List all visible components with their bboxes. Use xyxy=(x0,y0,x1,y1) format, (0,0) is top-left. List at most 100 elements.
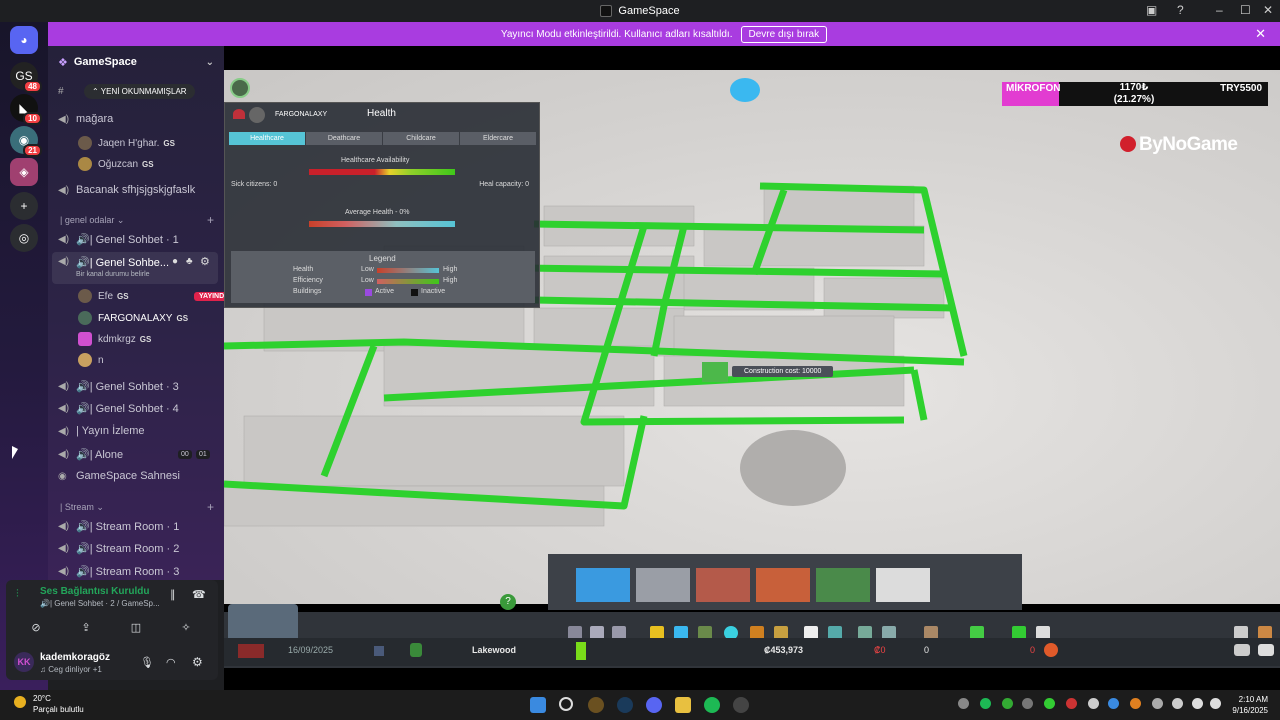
voice-user[interactable]: Jaqen H'ghar. GS xyxy=(78,136,175,150)
palette-item-6[interactable] xyxy=(876,568,930,602)
tray-icon-9[interactable] xyxy=(1130,698,1141,709)
palette-item-5[interactable] xyxy=(816,568,870,602)
discover-icon[interactable]: ◎ xyxy=(10,224,38,252)
game-stream-view[interactable]: FARGONALAXY Health Healthcare Deathcare … xyxy=(224,46,1280,690)
search-icon[interactable] xyxy=(559,697,573,711)
population-icon[interactable] xyxy=(410,643,422,657)
tray-nvidia-icon[interactable] xyxy=(1002,698,1013,709)
add-server-icon[interactable]: + xyxy=(10,192,38,220)
soundboard-icon[interactable]: ∥ xyxy=(170,588,176,601)
banner-close-icon[interactable]: ✕ xyxy=(1255,26,1266,42)
tray-icon-6[interactable] xyxy=(1066,698,1077,709)
camera-off-icon[interactable]: ⊘ xyxy=(18,616,54,638)
help-question-icon[interactable]: ? xyxy=(500,594,516,610)
spotify-icon[interactable] xyxy=(704,697,720,713)
voice-user[interactable]: n xyxy=(78,353,104,367)
file-explorer-icon[interactable] xyxy=(675,697,691,713)
system-clock[interactable]: 2:10 AM 9/16/2025 xyxy=(1232,694,1268,716)
tray-icon-5[interactable] xyxy=(1044,698,1055,709)
server-icon-4[interactable]: ◈ xyxy=(10,158,38,186)
pause-button[interactable] xyxy=(238,644,264,658)
tab-healthcare[interactable]: Healthcare xyxy=(229,132,305,145)
tab-childcare[interactable]: Childcare xyxy=(383,132,459,145)
start-icon[interactable] xyxy=(530,697,546,713)
soundboard-button-icon[interactable]: ✧ xyxy=(168,616,204,638)
unread-pill[interactable]: ⌃ YENİ OKUNMAMIŞLAR xyxy=(84,84,195,99)
weather-widget[interactable]: 20°C Parçalı bulutlu xyxy=(33,693,84,715)
hash-channel[interactable]: # xyxy=(58,86,76,97)
settings-gear-icon[interactable]: ⚙ xyxy=(200,255,210,268)
user-name[interactable]: kademkoragöz xyxy=(40,652,110,663)
channel-genel-sohbet-4[interactable]: ◀) 🔊| Genel Sohbet · 4 xyxy=(58,402,179,415)
disconnect-icon[interactable]: ☎ xyxy=(192,588,206,601)
app-taskbar-icon-2[interactable] xyxy=(733,697,749,713)
weather-icon[interactable] xyxy=(14,696,26,708)
road-segment[interactable] xyxy=(910,369,928,421)
voice-user[interactable]: FARGONALAXY GS xyxy=(78,311,188,325)
discord-home-icon[interactable]: ◕ xyxy=(10,26,38,54)
channel-yayin-izleme[interactable]: ◀) | Yayın İzleme xyxy=(58,425,144,437)
chirper-bird-icon[interactable] xyxy=(730,78,760,102)
channel-stream-room-2[interactable]: ◀) 🔊| Stream Room · 2 xyxy=(58,542,179,555)
help-icon[interactable]: ? xyxy=(1177,3,1184,17)
info-views-icon[interactable] xyxy=(230,78,250,98)
server-gamespace-icon[interactable]: GS 48 xyxy=(10,62,42,93)
server-icon-2[interactable]: ◣ 10 xyxy=(10,94,42,125)
channel-stream-room-3[interactable]: ◀) 🔊| Stream Room · 3 xyxy=(58,565,179,578)
speed-icon[interactable] xyxy=(374,646,384,656)
minimize-button[interactable]: – xyxy=(1216,3,1223,17)
screenshot-icon[interactable] xyxy=(1258,644,1274,656)
cast-icon[interactable]: ▣ xyxy=(1146,3,1157,17)
channel-status[interactable]: Bir kanal durumu belirle xyxy=(76,271,150,278)
city-name[interactable]: Lakewood xyxy=(472,645,516,655)
screen-share-icon[interactable]: ⇪ xyxy=(68,616,104,638)
category-stream[interactable]: | Stream ⌄ xyxy=(60,502,104,513)
city-block[interactable] xyxy=(243,415,625,487)
voice-status[interactable]: Ses Bağlantısı Kuruldu xyxy=(40,586,149,597)
tray-icon-4[interactable] xyxy=(1022,698,1033,709)
activity-icon[interactable]: ◫ xyxy=(118,616,154,638)
tray-icon-1[interactable] xyxy=(958,698,969,709)
bluetooth-icon[interactable] xyxy=(1108,698,1119,709)
voice-user[interactable]: Oğuzcan GS xyxy=(78,157,154,171)
microphone-icon[interactable]: 🎙 xyxy=(140,656,154,669)
wifi-icon[interactable] xyxy=(1192,698,1203,709)
palette-item-4[interactable] xyxy=(756,568,810,602)
tray-spotify-icon[interactable] xyxy=(980,698,991,709)
channel-bacanak[interactable]: ◀) Bacanak sfhjsjgskjgfaslk xyxy=(58,184,195,196)
tray-icon-10[interactable] xyxy=(1152,698,1163,709)
headphones-icon[interactable]: ◠ xyxy=(166,656,176,669)
palette-item-2[interactable] xyxy=(636,568,690,602)
user-settings-gear-icon[interactable]: ⚙ xyxy=(192,655,203,669)
server-header[interactable]: ❖ GameSpace ⌄ xyxy=(48,46,224,78)
signal-icon[interactable]: ⫶ xyxy=(16,588,19,601)
add-channel-icon[interactable]: + xyxy=(207,213,214,227)
user-avatar[interactable]: KK xyxy=(14,652,34,672)
chat-icon[interactable]: ● xyxy=(172,256,178,267)
close-button[interactable]: ✕ xyxy=(1263,3,1273,17)
tab-eldercare[interactable]: Eldercare xyxy=(460,132,536,145)
voice-channel[interactable]: 🔊| Genel Sohbet · 2 / GameSp... xyxy=(40,599,160,608)
palette-item-1[interactable] xyxy=(576,568,630,602)
tab-deathcare[interactable]: Deathcare xyxy=(306,132,382,145)
alert-icon[interactable] xyxy=(1044,643,1058,657)
channel-genel-sohbet-1[interactable]: ◀) 🔊| Genel Sohbet · 1 xyxy=(58,233,179,246)
city-block[interactable] xyxy=(823,277,945,319)
maximize-button[interactable]: ☐ xyxy=(1240,3,1251,17)
category-genel-odalar[interactable]: | genel odalar ⌄ xyxy=(60,215,124,226)
channel-alone[interactable]: ◀) 🔊| Alone 00 01 xyxy=(58,448,214,461)
microphone-tray-icon[interactable] xyxy=(1172,698,1183,709)
channel-magara[interactable]: ◀) mağara xyxy=(58,113,113,125)
camera-icon[interactable] xyxy=(1234,644,1250,656)
palette-item-3[interactable] xyxy=(696,568,750,602)
channel-genel-sohbet-3[interactable]: ◀) 🔊| Genel Sohbet · 3 xyxy=(58,380,179,393)
app-taskbar-icon-1[interactable] xyxy=(588,697,604,713)
channel-stage[interactable]: ◉ GameSpace Sahnesi xyxy=(58,470,180,482)
channel-stream-room-1[interactable]: ◀) 🔊| Stream Room · 1 xyxy=(58,520,179,533)
invite-icon[interactable]: ♣ xyxy=(186,256,193,267)
volume-icon[interactable] xyxy=(1210,698,1221,709)
channel-genel-sohbet-2[interactable]: ◀) 🔊| Genel Sohbe... ● ♣ ⚙ Bir kanal dur… xyxy=(52,252,218,284)
voice-user[interactable]: kdmkrgz GS xyxy=(78,332,151,346)
server-icon-3[interactable]: ◉ 21 xyxy=(10,126,42,157)
voice-user[interactable]: EfeGSYAYINDA xyxy=(78,289,224,303)
